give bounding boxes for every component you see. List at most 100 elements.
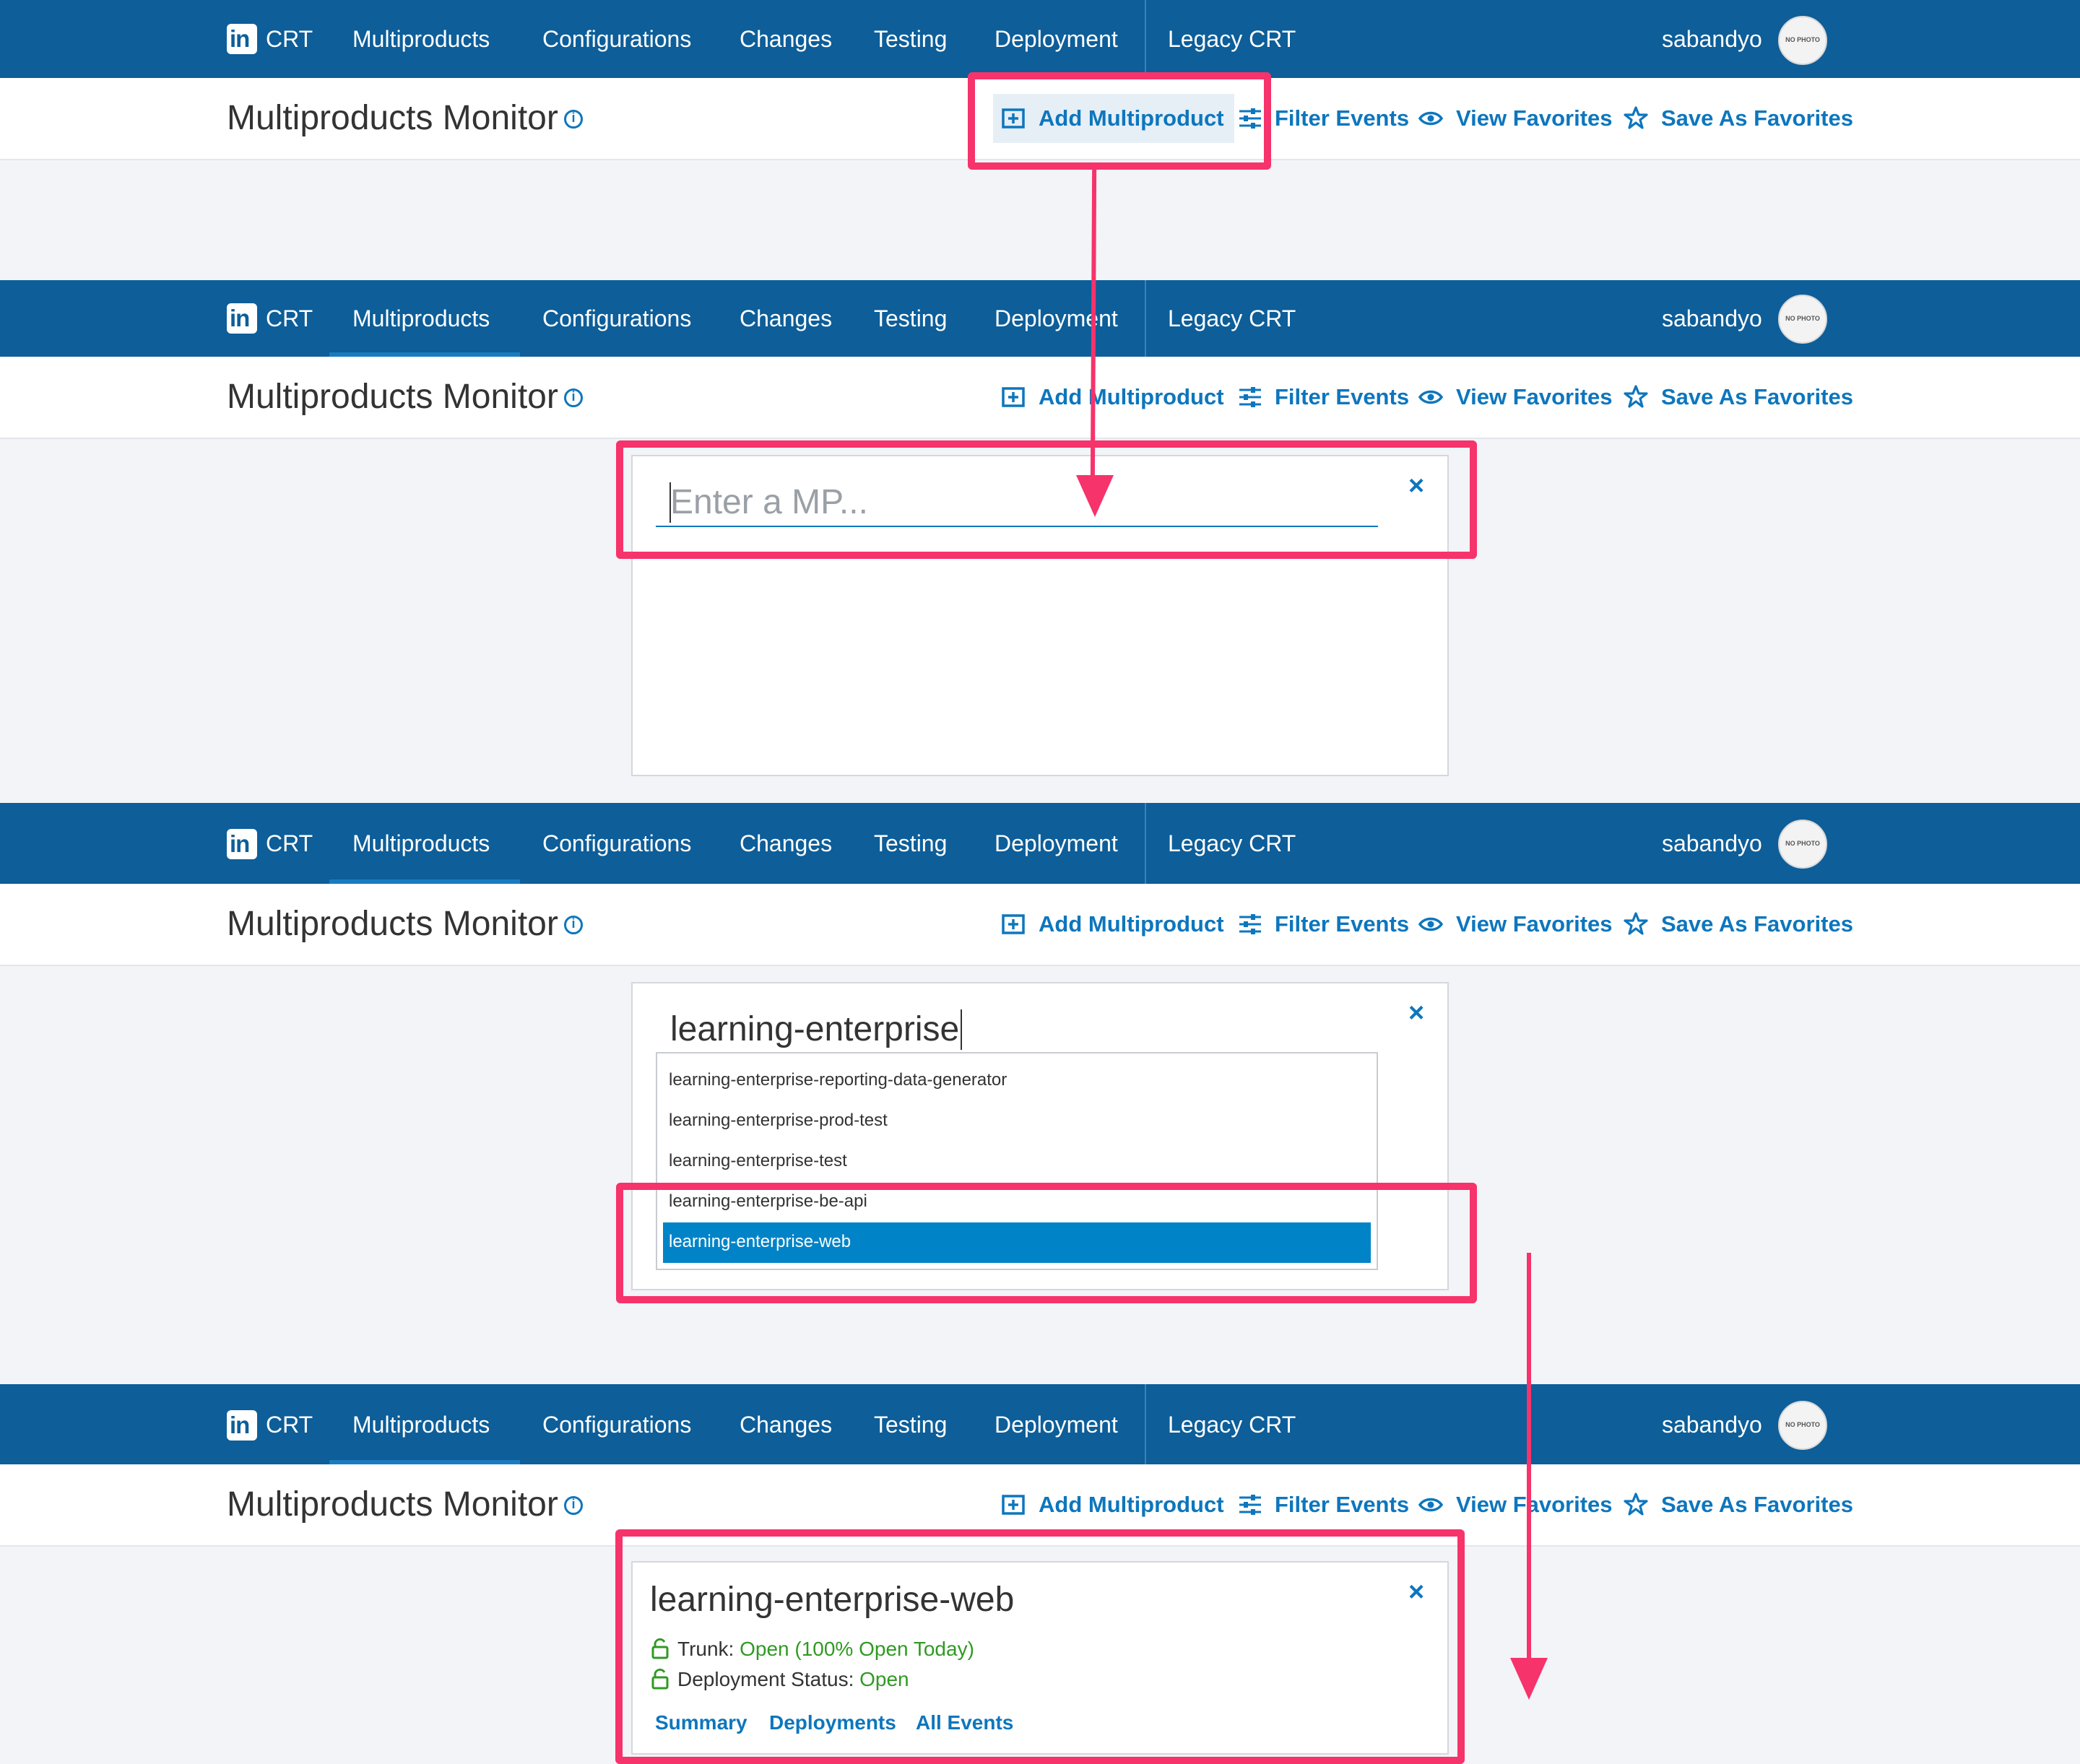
eye-icon[interactable] xyxy=(1418,106,1443,131)
nav-item-changes[interactable]: Changes xyxy=(740,829,832,858)
avatar[interactable]: NO PHOTO xyxy=(1778,16,1827,65)
nav-item-changes[interactable]: Changes xyxy=(740,25,832,53)
suggestion-item[interactable]: learning-enterprise-reporting-data-gener… xyxy=(669,1069,1007,1091)
linkedin-logo-icon[interactable]: in xyxy=(227,24,257,54)
flow-arrow-head xyxy=(1510,1658,1548,1700)
suggestion-item[interactable]: learning-enterprise-test xyxy=(669,1150,847,1172)
nav-item-deployment[interactable]: Deployment xyxy=(994,304,1118,333)
save-as-favorites-button[interactable]: Save As Favorites xyxy=(1661,1490,1853,1519)
nav-item-multiproducts[interactable]: Multiproducts xyxy=(352,1410,490,1439)
view-favorites-button[interactable]: View Favorites xyxy=(1456,910,1613,939)
filter-events-button[interactable]: Filter Events xyxy=(1275,1490,1409,1519)
nav-item-legacy-crt[interactable]: Legacy CRT xyxy=(1168,1410,1296,1439)
view-favorites-button[interactable]: View Favorites xyxy=(1456,1490,1613,1519)
nav-brand[interactable]: CRT xyxy=(266,304,313,333)
nav-brand[interactable]: CRT xyxy=(266,829,313,858)
avatar[interactable]: NO PHOTO xyxy=(1778,1401,1827,1450)
save-as-favorites-button[interactable]: Save As Favorites xyxy=(1661,910,1853,939)
nav-item-legacy-crt[interactable]: Legacy CRT xyxy=(1168,25,1296,53)
page-title: Multiproducts Monitor xyxy=(227,905,558,943)
nav-brand[interactable]: CRT xyxy=(266,1410,313,1439)
eye-icon[interactable] xyxy=(1418,1493,1443,1517)
sliders-icon[interactable] xyxy=(1238,385,1262,409)
nav-item-configurations[interactable]: Configurations xyxy=(542,304,691,333)
info-icon[interactable]: i xyxy=(564,388,583,407)
nav-item-multiproducts[interactable]: Multiproducts xyxy=(352,304,490,333)
filter-events-button[interactable]: Filter Events xyxy=(1275,383,1409,412)
info-icon[interactable]: i xyxy=(564,916,583,934)
text-caret xyxy=(961,1009,962,1050)
star-icon[interactable] xyxy=(1624,911,1648,936)
star-icon[interactable] xyxy=(1624,105,1648,130)
nav-divider xyxy=(1145,803,1146,884)
eye-icon[interactable] xyxy=(1418,912,1443,937)
top-nav-bar: in CRT Multiproducts Configurations Chan… xyxy=(0,0,2080,78)
page-title: Multiproducts Monitor xyxy=(227,378,558,416)
nav-item-testing[interactable]: Testing xyxy=(874,304,947,333)
nav-item-legacy-crt[interactable]: Legacy CRT xyxy=(1168,829,1296,858)
flow-arrow-head xyxy=(1076,475,1114,517)
nav-item-testing[interactable]: Testing xyxy=(874,829,947,858)
eye-icon[interactable] xyxy=(1418,385,1443,409)
user-name[interactable]: sabandyo xyxy=(1662,304,1762,333)
page-title: Multiproducts Monitor xyxy=(227,1485,558,1524)
top-nav-bar: in CRT Multiproducts Configurations Chan… xyxy=(0,1384,2080,1464)
user-name[interactable]: sabandyo xyxy=(1662,1410,1762,1439)
highlight-mp-input xyxy=(616,440,1477,559)
nav-item-multiproducts[interactable]: Multiproducts xyxy=(352,829,490,858)
suggestion-item[interactable]: learning-enterprise-prod-test xyxy=(669,1110,888,1131)
nav-item-testing[interactable]: Testing xyxy=(874,25,947,53)
nav-item-configurations[interactable]: Configurations xyxy=(542,1410,691,1439)
nav-item-changes[interactable]: Changes xyxy=(740,304,832,333)
filter-events-button[interactable]: Filter Events xyxy=(1275,910,1409,939)
nav-item-configurations[interactable]: Configurations xyxy=(542,25,691,53)
highlight-mp-card xyxy=(615,1529,1465,1764)
avatar[interactable]: NO PHOTO xyxy=(1778,820,1827,869)
add-multiproduct-button[interactable]: Add Multiproduct xyxy=(1039,910,1224,939)
save-as-favorites-button[interactable]: Save As Favorites xyxy=(1661,104,1853,133)
nav-item-deployment[interactable]: Deployment xyxy=(994,829,1118,858)
sliders-icon[interactable] xyxy=(1238,912,1262,937)
add-box-icon[interactable] xyxy=(1001,385,1026,409)
save-as-favorites-button[interactable]: Save As Favorites xyxy=(1661,383,1853,412)
flow-arrow-line xyxy=(1527,1253,1531,1686)
linkedin-logo-icon[interactable]: in xyxy=(227,1410,257,1441)
nav-divider xyxy=(1145,1384,1146,1464)
filter-events-button[interactable]: Filter Events xyxy=(1275,104,1409,133)
linkedin-logo-icon[interactable]: in xyxy=(227,829,257,859)
highlight-add-multiproduct xyxy=(968,72,1271,170)
star-icon[interactable] xyxy=(1624,384,1648,409)
nav-divider xyxy=(1145,0,1146,78)
highlight-selected-suggestion xyxy=(616,1183,1477,1303)
star-icon[interactable] xyxy=(1624,1492,1648,1516)
nav-item-legacy-crt[interactable]: Legacy CRT xyxy=(1168,304,1296,333)
nav-item-changes[interactable]: Changes xyxy=(740,1410,832,1439)
add-box-icon[interactable] xyxy=(1001,912,1026,937)
nav-brand[interactable]: CRT xyxy=(266,25,313,53)
view-favorites-button[interactable]: View Favorites xyxy=(1456,104,1613,133)
nav-item-multiproducts[interactable]: Multiproducts xyxy=(352,25,490,53)
user-name[interactable]: sabandyo xyxy=(1662,829,1762,858)
nav-item-deployment[interactable]: Deployment xyxy=(994,1410,1118,1439)
user-name[interactable]: sabandyo xyxy=(1662,25,1762,53)
close-icon[interactable]: × xyxy=(1408,999,1424,1027)
nav-item-deployment[interactable]: Deployment xyxy=(994,25,1118,53)
add-multiproduct-button[interactable]: Add Multiproduct xyxy=(1039,383,1224,412)
mp-input-field[interactable]: learning-enterprise xyxy=(670,1009,959,1050)
add-multiproduct-button[interactable]: Add Multiproduct xyxy=(1039,1490,1224,1519)
linkedin-logo-icon[interactable]: in xyxy=(227,303,257,334)
page-header: Multiproducts Monitor i Add Multiproduct… xyxy=(0,884,2080,966)
view-favorites-button[interactable]: View Favorites xyxy=(1456,383,1613,412)
nav-item-configurations[interactable]: Configurations xyxy=(542,829,691,858)
top-nav-bar: in CRT Multiproducts Configurations Chan… xyxy=(0,280,2080,357)
nav-item-testing[interactable]: Testing xyxy=(874,1410,947,1439)
nav-divider xyxy=(1145,280,1146,357)
page-header: Multiproducts Monitor i Add Multiproduct… xyxy=(0,357,2080,439)
info-icon[interactable]: i xyxy=(564,1496,583,1515)
add-box-icon[interactable] xyxy=(1001,1493,1026,1517)
sliders-icon[interactable] xyxy=(1238,1493,1262,1517)
info-icon[interactable]: i xyxy=(564,110,583,129)
page-title: Multiproducts Monitor xyxy=(227,99,558,137)
top-nav-bar: in CRT Multiproducts Configurations Chan… xyxy=(0,803,2080,884)
avatar[interactable]: NO PHOTO xyxy=(1778,295,1827,344)
